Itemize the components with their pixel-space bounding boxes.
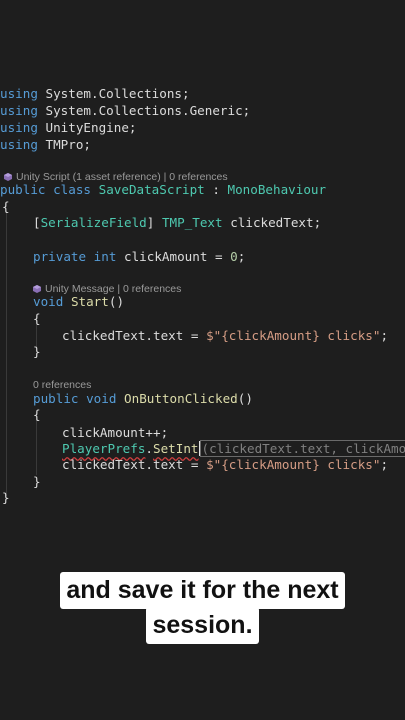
using-namespace: UnityEngine; xyxy=(45,120,137,135)
video-caption: and save it for the next session. xyxy=(0,572,405,644)
using-line-2: using System.Collections.Generic; xyxy=(0,102,250,120)
screen: using System.Collections; using System.C… xyxy=(0,0,405,720)
assignment-target: clickedText.text = xyxy=(62,328,207,343)
parens: () xyxy=(108,294,125,309)
using-keyword: using xyxy=(0,103,38,118)
using-keyword: using xyxy=(0,137,38,152)
unity-cube-icon xyxy=(4,173,12,181)
setint-method: SetInt xyxy=(153,441,199,456)
caption-line-1: and save it for the next xyxy=(60,572,345,609)
int-keyword: int xyxy=(93,249,117,264)
semicolon: ; xyxy=(380,457,389,472)
void-keyword: void xyxy=(86,391,117,406)
assignment-target: clickedText.text = xyxy=(62,457,207,472)
using-line-4: using TMPro; xyxy=(0,136,91,154)
attribute-bracket-close: ] xyxy=(146,215,155,230)
serialized-field-line: [SerializeField] TMP_Text clickedText; xyxy=(33,214,321,232)
class-keyword: class xyxy=(53,182,92,197)
parameter-hint: (clickedText.text, clickAmou xyxy=(199,440,405,457)
method-body-line-3: clickedText.text = $"{clickAmount} click… xyxy=(62,456,388,474)
method-declaration: public void OnButtonClicked() xyxy=(33,390,253,408)
start-declaration: void Start() xyxy=(33,293,124,311)
caption-line-2: session. xyxy=(146,607,259,644)
method-open-brace: { xyxy=(33,407,41,422)
start-method-name: Start xyxy=(70,294,109,309)
method-name: OnButtonClicked xyxy=(124,391,238,406)
using-line-1: using System.Collections; xyxy=(0,85,190,103)
attribute-bracket-open: [ xyxy=(33,215,41,230)
interpolated-string: $"{clickAmount} clicks" xyxy=(206,328,381,343)
start-close-brace: } xyxy=(33,344,41,359)
class-name: SaveDataScript xyxy=(98,182,205,197)
using-keyword: using xyxy=(0,86,38,101)
void-keyword: void xyxy=(33,294,64,309)
start-body-line: clickedText.text = $"{clickAmount} click… xyxy=(62,327,388,345)
indent-guide-class xyxy=(6,212,7,496)
using-keyword: using xyxy=(0,120,38,135)
serializefield-attribute: SerializeField xyxy=(40,215,147,230)
indent-guide-method xyxy=(36,419,37,475)
field-name: clickedText; xyxy=(222,215,322,230)
unity-cube-icon xyxy=(33,285,41,293)
using-namespace: TMPro; xyxy=(45,137,92,152)
field-value: 0 xyxy=(230,249,238,264)
field-name: clickAmount = xyxy=(116,249,231,264)
method-close-brace: } xyxy=(33,474,41,489)
class-close-brace: } xyxy=(2,490,10,505)
public-keyword: public xyxy=(0,182,46,197)
interpolated-string: $"{clickAmount} clicks" xyxy=(206,457,381,472)
private-field-line: private int clickAmount = 0; xyxy=(33,248,245,266)
playerprefs-class: PlayerPrefs xyxy=(62,441,146,456)
using-namespace: System.Collections.Generic; xyxy=(45,103,251,118)
public-keyword: public xyxy=(33,391,79,406)
base-class-name: MonoBehaviour xyxy=(227,182,327,197)
semicolon: ; xyxy=(380,328,389,343)
using-namespace: System.Collections; xyxy=(45,86,190,101)
inherit-colon: : xyxy=(204,182,228,197)
parens: () xyxy=(237,391,253,406)
class-declaration: public class SaveDataScript : MonoBehavi… xyxy=(0,181,326,199)
start-open-brace: { xyxy=(33,311,41,326)
field-type: TMP_Text xyxy=(161,215,223,230)
class-open-brace: { xyxy=(2,199,10,214)
using-line-3: using UnityEngine; xyxy=(0,119,137,137)
semicolon: ; xyxy=(237,249,246,264)
private-keyword: private xyxy=(33,249,87,264)
member-dot: . xyxy=(145,441,153,456)
